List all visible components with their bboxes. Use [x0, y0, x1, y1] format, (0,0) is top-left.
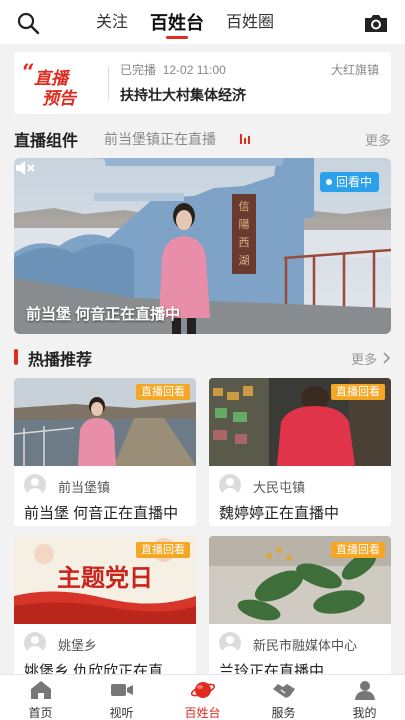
nav-baixingtai-label: 百姓台 [184, 706, 221, 720]
replay-badge: 直播回看 [136, 542, 190, 558]
hot-section-title: 热播推荐 [28, 352, 93, 369]
home-icon [30, 681, 51, 699]
bottom-nav: 首页 视听 百姓台 服务 我的 [0, 674, 405, 720]
replay-badge: 直播回看 [331, 384, 385, 400]
live-section-title: 直播组件 [14, 133, 79, 150]
avatar [219, 632, 241, 654]
live-more-link[interactable]: 更多 [365, 130, 391, 149]
divider [108, 66, 109, 100]
card-source: 大民屯镇 [253, 480, 306, 495]
camera-icon[interactable] [363, 12, 389, 34]
nav-mine[interactable]: 我的 [324, 675, 405, 720]
live-preview-logo: “ 直播 预告 [22, 60, 100, 108]
planet-icon [190, 682, 215, 698]
avatar [219, 474, 241, 496]
replay-badge: 直播回看 [136, 384, 190, 400]
live-section-header: 直播组件 前当堡镇正在直播 更多 [14, 127, 391, 151]
search-icon[interactable] [16, 11, 40, 35]
svg-text:湖: 湖 [239, 254, 250, 267]
card-source: 姚堡乡 [58, 638, 98, 653]
top-tabs: 关注 百姓台 百姓圈 [96, 0, 274, 44]
handshake-icon [272, 684, 295, 698]
banner-text: 主题党日 [57, 563, 153, 592]
card-title: 魏婷婷正在直播中 [219, 505, 340, 522]
preview-status: 已完播 12-02 11:00 [120, 61, 226, 78]
logo-line2: 预告 [42, 89, 76, 108]
live-preview-card[interactable]: “ 直播 预告 已完播 12-02 11:00 大红旗镇 扶持壮大村集体经济 [14, 52, 391, 114]
nav-video[interactable]: 视听 [81, 675, 162, 720]
tab-baixingquan[interactable]: 百姓圈 [226, 0, 274, 44]
preview-channel: 大红旗镇 [330, 63, 379, 77]
nav-home-label: 首页 [28, 706, 53, 720]
nav-service[interactable]: 服务 [243, 675, 324, 720]
video-card[interactable]: 直播回看 大民屯镇 魏婷婷正在直播中 [209, 378, 391, 526]
live-video-card[interactable]: 信 陽 西 湖 回看中 前当堡 何音正在直播中 [14, 158, 391, 334]
svg-text:信: 信 [239, 200, 250, 213]
nav-mine-label: 我的 [352, 706, 377, 720]
replay-badge: 回看中 [319, 172, 379, 192]
mute-icon[interactable] [14, 158, 36, 178]
live-section-subtitle: 前当堡镇正在直播 [104, 131, 216, 147]
top-bar: 关注 百姓台 百姓圈 [0, 0, 405, 44]
video-icon [110, 684, 133, 696]
video-card[interactable]: 主题党日 直播回看 姚堡乡 姚堡乡 仇欣欣正在直播中 [14, 536, 196, 684]
nav-baixingtai[interactable]: 百姓台 [162, 675, 243, 720]
preview-datetime: 12-02 11:00 [162, 63, 226, 77]
nav-video-label: 视听 [109, 706, 134, 720]
tab-follow[interactable]: 关注 [96, 0, 128, 44]
live-video-title: 前当堡 何音正在直播中 [26, 306, 181, 323]
video-card[interactable]: 直播回看 新民市融媒体中心 兰玲正在直播中 [209, 536, 391, 684]
quote-mark: “ [22, 60, 35, 86]
preview-title: 扶持壮大村集体经济 [120, 87, 246, 103]
avatar [24, 474, 46, 496]
hot-section-header: 热播推荐 更多 [14, 346, 391, 370]
tab-baixingtai[interactable]: 百姓台 [150, 0, 204, 44]
avatar [24, 632, 46, 654]
card-source: 新民市融媒体中心 [253, 638, 358, 653]
nav-home[interactable]: 首页 [0, 675, 81, 720]
svg-text:陽: 陽 [239, 218, 250, 231]
hot-more-link[interactable]: 更多 [351, 349, 377, 368]
card-source: 前当堡镇 [58, 480, 111, 495]
svg-text:西: 西 [239, 236, 250, 249]
status-text: 已完播 [120, 63, 157, 77]
app-root: 关注 百姓台 百姓圈 “ 直播 预告 已完播 12-02 11:00 大红旗镇 … [0, 0, 405, 720]
card-title: 前当堡 何音正在直播中 [24, 505, 179, 522]
live-bars-icon [240, 134, 252, 144]
hot-section-marker [14, 349, 18, 365]
chevron-right-icon[interactable] [383, 352, 391, 364]
replay-badge: 直播回看 [331, 542, 385, 558]
user-icon [354, 681, 375, 700]
video-card[interactable]: 直播回看 前当堡镇 前当堡 何音正在直播中 [14, 378, 196, 526]
nav-service-label: 服务 [271, 706, 296, 720]
